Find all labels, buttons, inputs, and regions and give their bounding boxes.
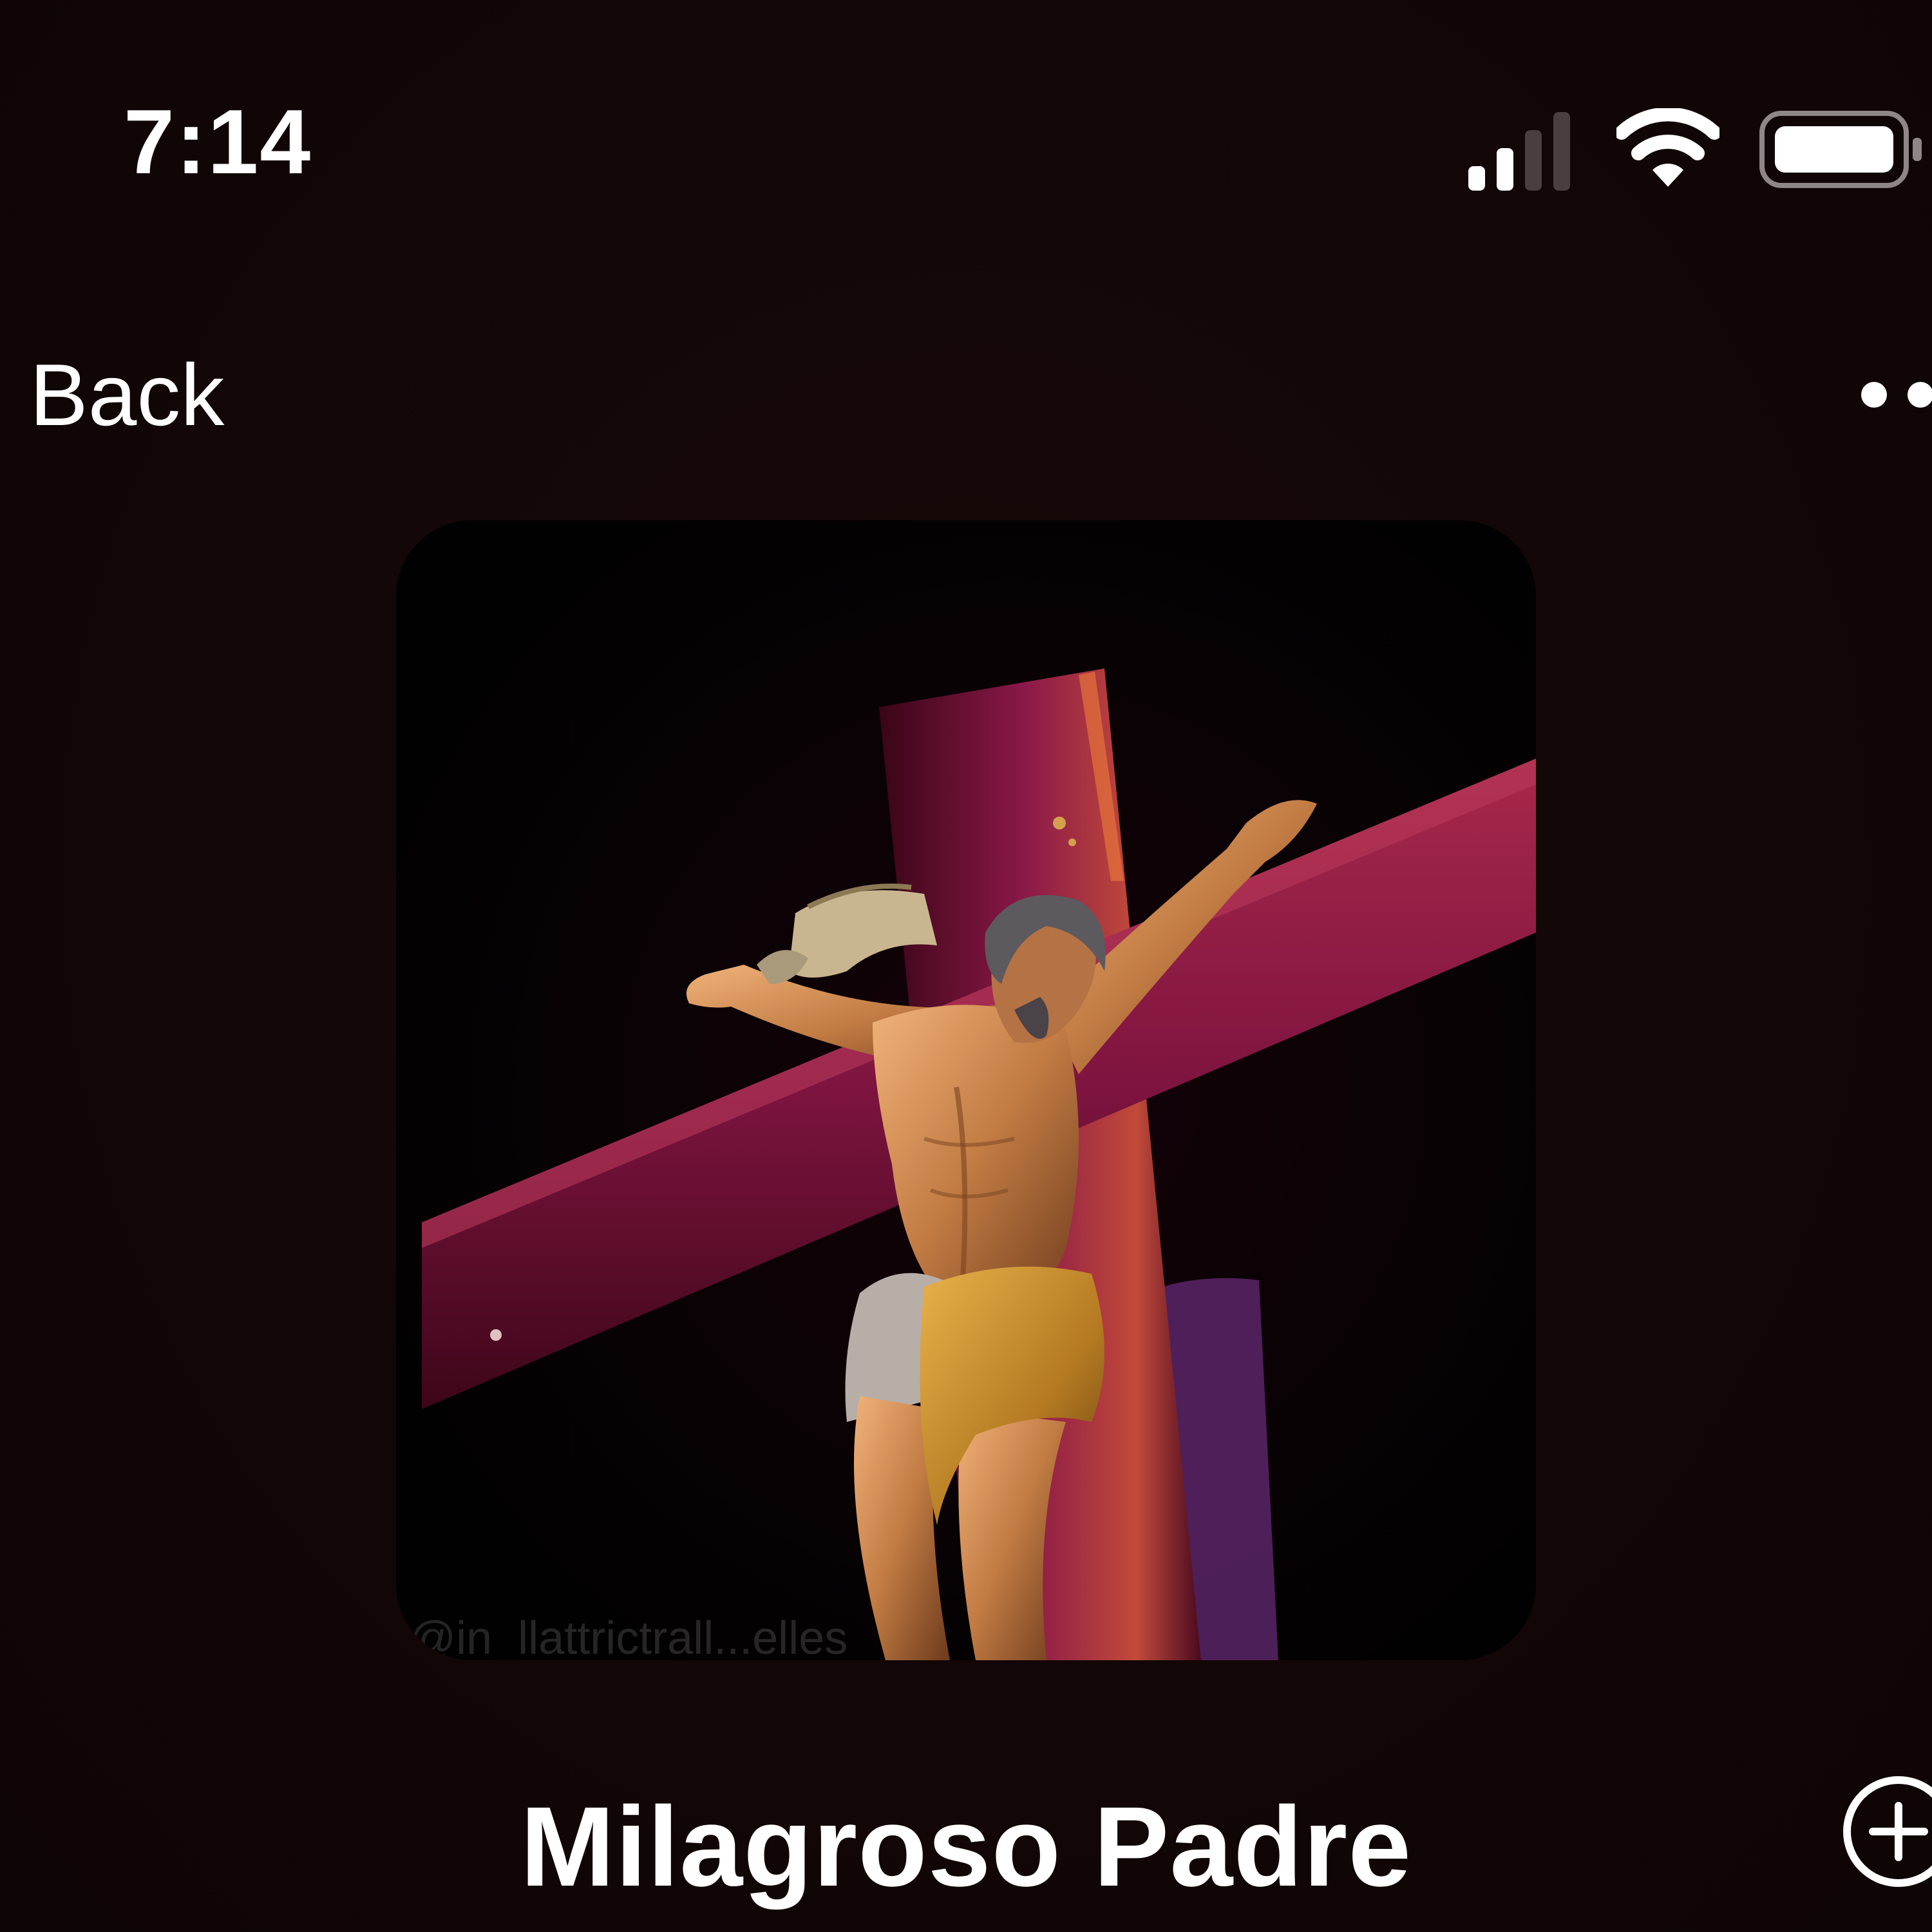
wifi-icon bbox=[1616, 108, 1719, 187]
ellipsis-icon[interactable] bbox=[1856, 377, 1932, 413]
battery-icon bbox=[1759, 111, 1922, 188]
album-title: Milagroso Padre bbox=[520, 1784, 1412, 1910]
cellular-signal-icon bbox=[1468, 112, 1570, 191]
back-button[interactable]: Back bbox=[30, 351, 224, 439]
artwork-watermark: @in_llattrictrall...elles bbox=[409, 1613, 848, 1660]
crucifix-image: @in_llattrictrall...elles bbox=[396, 520, 1536, 1660]
album-artwork: @in_llattrictrall...elles bbox=[396, 520, 1536, 1660]
now-playing-screen: 7:14 Back @in_llattrictrall...elles Mila… bbox=[0, 0, 1932, 1932]
status-time: 7:14 bbox=[124, 91, 312, 193]
status-icons bbox=[1468, 108, 1932, 192]
plus-circle-icon[interactable] bbox=[1841, 1774, 1932, 1889]
